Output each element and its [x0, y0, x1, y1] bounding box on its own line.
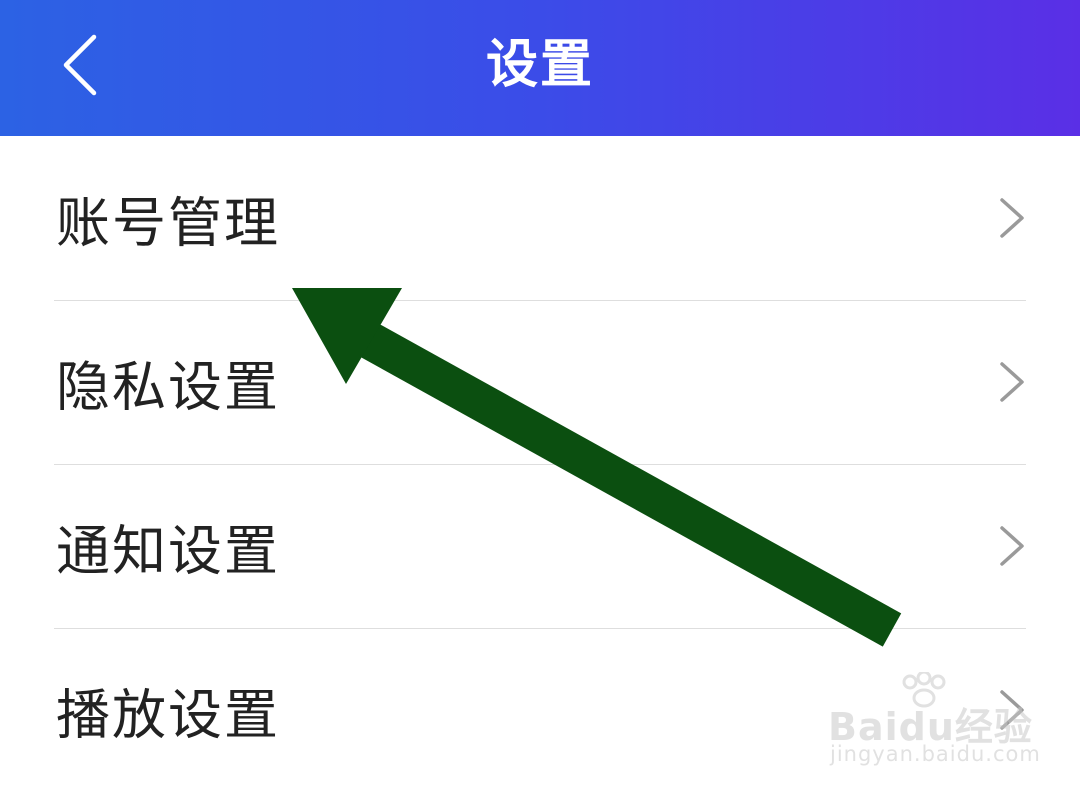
settings-list: 账号管理 隐私设置 通知设置 播放设置 [0, 136, 1080, 792]
settings-item-account[interactable]: 账号管理 [0, 136, 1080, 300]
app-header: 设置 [0, 0, 1080, 136]
settings-item-label: 账号管理 [56, 191, 280, 255]
chevron-right-icon [1000, 526, 1024, 566]
settings-item-label: 隐私设置 [56, 355, 280, 419]
settings-item-playback[interactable]: 播放设置 [0, 628, 1080, 792]
chevron-right-icon [1000, 362, 1024, 402]
settings-item-notification[interactable]: 通知设置 [0, 464, 1080, 628]
settings-item-privacy[interactable]: 隐私设置 [0, 300, 1080, 464]
chevron-right-icon [1000, 690, 1024, 730]
page-title: 设置 [485, 35, 594, 95]
chevron-right-icon [1000, 198, 1024, 238]
settings-item-label: 播放设置 [56, 683, 280, 747]
settings-screen: 设置 账号管理 隐私设置 通知设置 播放设置 Baidu经验 jingyan.b… [0, 0, 1080, 792]
settings-item-label: 通知设置 [56, 519, 280, 583]
